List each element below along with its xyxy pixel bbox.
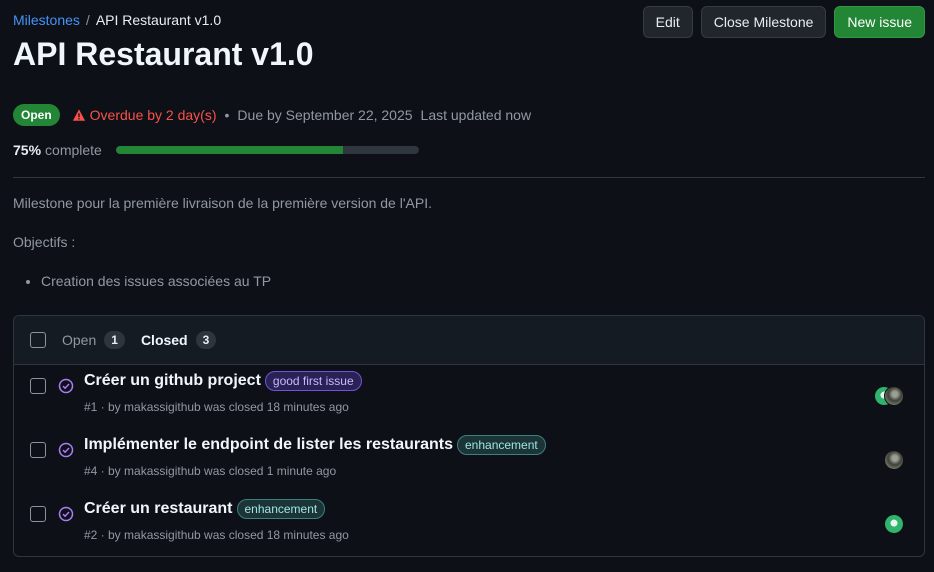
issue-title-link[interactable]: Créer un github project — [84, 372, 261, 390]
overdue-text: Overdue by 2 day(s) — [89, 107, 217, 123]
progress-suffix: complete — [45, 142, 102, 158]
issue-meta: #4 · by makassigithub was closed 1 minut… — [84, 464, 337, 478]
page-title: API Restaurant v1.0 — [13, 36, 314, 72]
breadcrumb-separator: / — [85, 12, 90, 28]
closed-issue-icon — [58, 506, 74, 522]
alert-icon — [72, 109, 85, 121]
progress-bar — [115, 146, 419, 154]
assignee-avatars — [884, 514, 904, 534]
description-line-1: Milestone pour la première livraison de … — [13, 195, 432, 211]
tab-open-label: Open — [62, 332, 97, 348]
milestone-meta: Open Overdue by 2 day(s) • Due by Septem… — [13, 104, 531, 126]
progress-bar-fill — [115, 146, 344, 154]
issues-list-header: Open 1 Closed 3 — [14, 316, 924, 365]
milestone-description: Milestone pour la première livraison de … — [13, 195, 913, 290]
issue-title-line: Créer un github project good first issue — [84, 371, 362, 391]
issue-title-line: Créer un restaurant enhancement — [84, 499, 326, 519]
divider — [13, 177, 925, 178]
tab-open[interactable]: Open 1 — [62, 331, 125, 349]
closed-issue-icon — [58, 442, 74, 458]
closed-issue-icon — [58, 378, 74, 394]
issue-label[interactable]: good first issue — [264, 371, 362, 391]
objective-item: Creation des issues associées au TP — [41, 273, 913, 290]
new-issue-button[interactable]: New issue — [834, 6, 925, 38]
tab-closed-label: Closed — [140, 332, 188, 348]
issue-checkbox[interactable] — [30, 506, 46, 522]
breadcrumb-current: API Restaurant v1.0 — [95, 12, 222, 28]
last-updated: Last updated now — [420, 107, 532, 123]
status-badge: Open — [13, 104, 60, 126]
issue-title-link[interactable]: Créer un restaurant — [84, 500, 233, 518]
header-actions: Edit Close Milestone New issue — [642, 6, 925, 38]
tab-closed[interactable]: Closed 3 — [140, 331, 217, 349]
progress-percent: 75% — [13, 142, 42, 158]
avatar[interactable] — [884, 514, 904, 534]
overdue-notice: Overdue by 2 day(s) — [72, 107, 217, 123]
due-date: Due by September 22, 2025 — [237, 107, 413, 123]
breadcrumb-milestones-link[interactable]: Milestones — [13, 12, 80, 28]
objectives-list: Creation des issues associées au TP — [13, 273, 913, 290]
edit-button[interactable]: Edit — [642, 6, 693, 38]
breadcrumb: Milestones / API Restaurant v1.0 — [13, 12, 221, 28]
issue-title-line: Implémenter le endpoint de lister les re… — [84, 435, 546, 455]
issue-label[interactable]: enhancement — [457, 435, 546, 455]
issue-row: Créer un restaurant enhancement #2 · by … — [14, 493, 924, 556]
assignee-avatars — [884, 450, 904, 470]
issue-meta: #2 · by makassigithub was closed 18 minu… — [84, 528, 349, 542]
issue-row: Créer un github project good first issue… — [14, 365, 924, 429]
select-all-checkbox[interactable] — [30, 332, 46, 348]
open-count: 1 — [104, 331, 125, 349]
issue-row: Implémenter le endpoint de lister les re… — [14, 429, 924, 493]
description-line-2: Objectifs : — [13, 234, 76, 250]
assignee-avatars — [874, 386, 904, 406]
issue-checkbox[interactable] — [30, 378, 46, 394]
meta-separator: • — [224, 107, 230, 123]
avatar[interactable] — [884, 450, 904, 470]
progress-section: 75% complete — [13, 142, 419, 158]
issue-meta: #1 · by makassigithub was closed 18 minu… — [84, 400, 349, 414]
close-milestone-button[interactable]: Close Milestone — [700, 6, 827, 38]
issue-title-link[interactable]: Implémenter le endpoint de lister les re… — [84, 436, 453, 454]
avatar[interactable] — [884, 386, 904, 406]
issue-label[interactable]: enhancement — [236, 499, 326, 519]
closed-count: 3 — [195, 331, 217, 349]
issue-checkbox[interactable] — [30, 442, 46, 458]
issues-list: Open 1 Closed 3 Créer un github project … — [13, 315, 925, 557]
